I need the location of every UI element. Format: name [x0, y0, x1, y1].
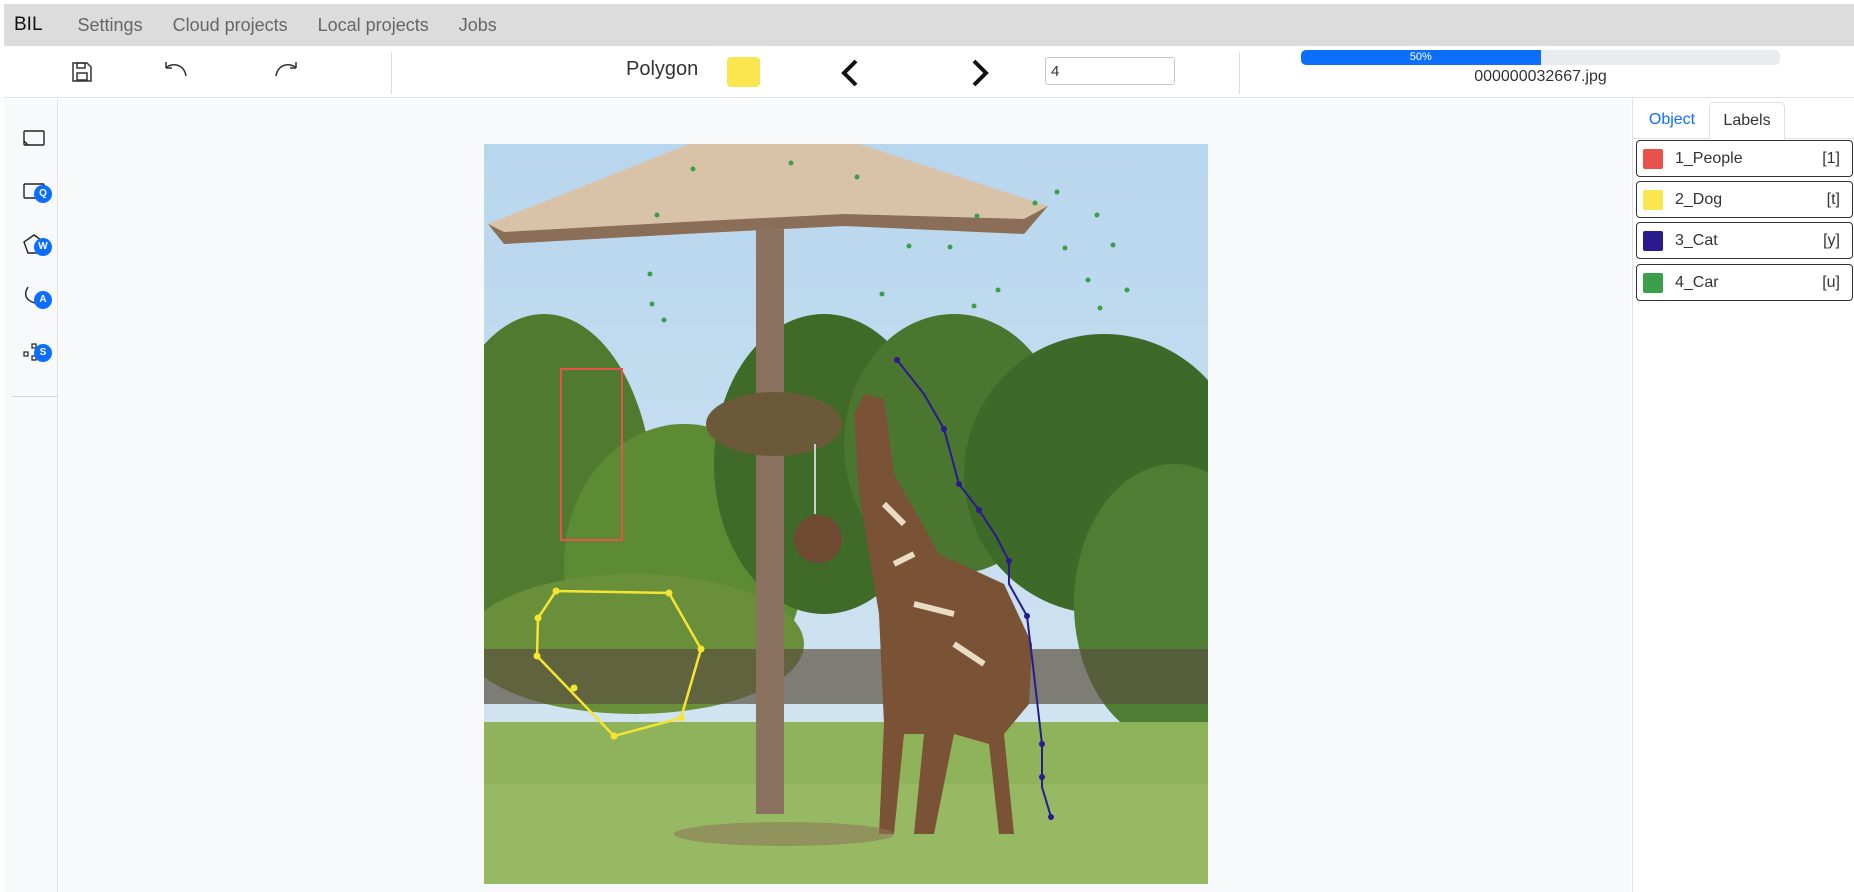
- crop-icon: [23, 130, 45, 146]
- label-color-swatch: [1643, 148, 1663, 169]
- top-navbar: BIL Settings Cloud projects Local projec…: [4, 4, 1854, 46]
- progress-bar: 50%: [1301, 50, 1780, 65]
- redo-button[interactable]: [270, 56, 302, 88]
- label-item-cat[interactable]: 3_Cat [y]: [1636, 222, 1853, 259]
- shortcut-badge: Q: [34, 185, 52, 203]
- chevron-right-icon: [972, 59, 989, 87]
- nav-jobs[interactable]: Jobs: [459, 15, 497, 36]
- redo-icon: [275, 62, 297, 77]
- shortcut-badge: A: [34, 291, 52, 309]
- label-shortcut: [1]: [1822, 149, 1840, 167]
- save-icon: [72, 62, 92, 82]
- toolbar-divider: [1239, 52, 1240, 94]
- fence: [484, 649, 1208, 704]
- toolbar: Polygon 50% 000000032667.jpg: [4, 46, 1854, 98]
- umbrella-pole: [756, 214, 784, 814]
- panel-tabs: Object Labels: [1633, 99, 1854, 140]
- label-shortcut: [y]: [1823, 231, 1840, 249]
- tab-object[interactable]: Object: [1635, 102, 1709, 140]
- label-color-swatch: [1643, 230, 1663, 251]
- undo-button[interactable]: [160, 56, 192, 88]
- tool-palette: Q W A S: [4, 99, 58, 892]
- label-name: 1_People: [1675, 149, 1743, 167]
- hay-feeder: [706, 392, 842, 456]
- progress-fill: 50%: [1301, 50, 1541, 65]
- annotated-image[interactable]: [484, 144, 1208, 884]
- chevron-left-icon: [841, 59, 858, 87]
- label-item-people[interactable]: 1_People [1]: [1636, 140, 1853, 177]
- undo-icon: [165, 62, 187, 77]
- crop-tool[interactable]: [19, 123, 49, 153]
- label-item-car[interactable]: 4_Car [u]: [1636, 264, 1853, 301]
- right-panel: Object Labels 1_People [1] 2_Dog [t] 3_C…: [1632, 99, 1854, 892]
- label-name: 4_Car: [1675, 273, 1719, 291]
- image-index-input[interactable]: [1045, 57, 1175, 85]
- image-svg: [484, 144, 1208, 884]
- nav-cloud-projects[interactable]: Cloud projects: [173, 15, 288, 36]
- feeder-ball: [794, 515, 842, 563]
- current-tool-label: Polygon: [626, 58, 699, 80]
- shortcut-badge: W: [34, 238, 52, 256]
- label-color-swatch: [1643, 189, 1663, 210]
- label-name: 3_Cat: [1675, 231, 1718, 249]
- label-item-dog[interactable]: 2_Dog [t]: [1636, 181, 1853, 218]
- app-brand[interactable]: BIL: [14, 14, 43, 36]
- shortcut-badge: S: [34, 344, 52, 362]
- tool-color-swatch[interactable]: [727, 57, 760, 87]
- tab-labels[interactable]: Labels: [1709, 102, 1785, 140]
- palette-divider: [12, 396, 58, 397]
- nav-local-projects[interactable]: Local projects: [318, 15, 429, 36]
- nav-settings[interactable]: Settings: [78, 15, 143, 36]
- save-button[interactable]: [66, 56, 98, 88]
- label-color-swatch: [1643, 272, 1663, 293]
- prev-image-button[interactable]: [834, 57, 866, 89]
- next-image-button[interactable]: [964, 57, 996, 89]
- annotation-canvas[interactable]: [59, 99, 1631, 892]
- label-shortcut: [t]: [1826, 190, 1840, 208]
- toolbar-divider: [391, 52, 392, 94]
- label-name: 2_Dog: [1675, 190, 1723, 208]
- label-shortcut: [u]: [1822, 273, 1840, 291]
- image-filename: 000000032667.jpg: [1474, 68, 1607, 85]
